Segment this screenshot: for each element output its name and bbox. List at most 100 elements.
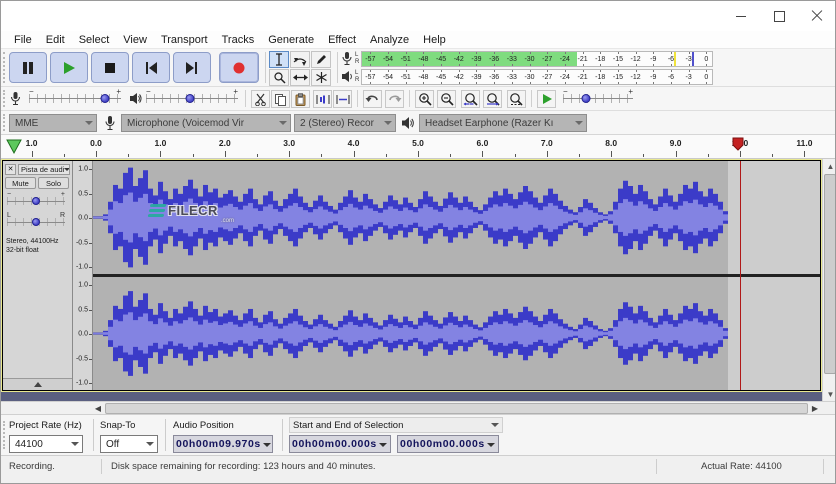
meter-scale-label: -21 [577,56,587,63]
playback-meter-bar[interactable]: -57-54-51-48-45-42-39-36-33-30-27-24-21-… [361,69,713,85]
selection-toolbar: Project Rate (Hz) 44100 Snap-To Off Audi… [1,415,836,456]
record-button[interactable] [219,52,259,83]
horizontal-scroll-thumb[interactable] [105,403,808,414]
timeline-ruler[interactable]: 1.00.01.02.03.04.05.06.07.08.09.010.011.… [1,135,836,159]
playback-device-select[interactable]: Headset Earphone (Razer Kı [419,114,587,132]
skip-to-start-button[interactable] [132,52,170,83]
scroll-left-icon[interactable]: ◀ [91,402,105,415]
vertical-scroll-thumb[interactable] [824,174,836,374]
selection-tool-button[interactable] [269,51,289,68]
waveform-display[interactable]: FILECR .com [93,161,820,390]
copy-button[interactable] [271,90,290,108]
meter-scale-label: -3 [686,56,692,63]
recording-volume-slider[interactable]: − + [29,94,121,104]
track-name-menu[interactable]: Pista de audi [18,164,70,175]
selection-mode-select[interactable]: Start and End of Selection [289,417,503,433]
skip-to-end-button[interactable] [173,52,211,83]
mute-button[interactable]: Mute [5,177,36,189]
track-collapse-button[interactable] [3,378,72,390]
toolbar-grip[interactable] [3,52,7,83]
maximize-icon[interactable] [773,10,785,22]
scroll-down-icon[interactable]: ▼ [823,387,836,401]
fit-project-button[interactable] [483,90,502,108]
toolbar-grip[interactable] [3,114,7,131]
zoom-in-button[interactable] [415,90,434,108]
speaker-icon [401,116,415,130]
menu-help[interactable]: Help [416,33,453,47]
meter-scale-label: -24 [560,74,570,81]
menu-generate[interactable]: Generate [261,33,321,47]
redo-button[interactable] [385,90,404,108]
solo-button[interactable]: Solo [38,177,69,189]
menu-file[interactable]: File [7,33,39,47]
meter-scale-label: -39 [471,74,481,81]
menu-effect[interactable]: Effect [321,33,363,47]
selection-start-field[interactable]: 00h00m00.000s [289,435,391,453]
track-control-panel: ✕ Pista de audi Mute Solo − + [3,161,73,390]
pause-button[interactable] [9,52,47,83]
gain-slider[interactable]: − + [7,197,65,207]
paste-button[interactable] [291,90,310,108]
playback-meter[interactable]: LR -57-54-51-48-45-42-39-36-33-30-27-24-… [341,68,713,85]
multi-tool-button[interactable] [311,69,331,86]
trim-audio-button[interactable] [313,90,332,108]
cut-button[interactable] [251,90,270,108]
timeline-label: 5.0 [412,138,424,148]
menu-edit[interactable]: Edit [39,33,72,47]
menu-transport[interactable]: Transport [154,33,215,47]
selection-end-field[interactable]: 00h00m00.000s [397,435,499,453]
recording-meter-bar[interactable]: -57-54-51-48-45-42-39-36-33-30-27-24-21-… [361,51,713,67]
recording-volume-knob[interactable] [101,94,110,103]
gain-knob[interactable] [32,197,40,205]
playback-volume-slider[interactable]: − + [146,94,238,104]
pan-slider[interactable]: L R [7,218,65,228]
timeline-pin-icon[interactable] [5,138,23,155]
minimize-icon[interactable] [735,10,747,22]
recording-device-select[interactable]: Microphone (Voicemod Vir [121,114,291,132]
fit-selection-button[interactable] [461,90,480,108]
play-button[interactable] [50,52,88,83]
play-speed-slider[interactable]: − + [563,94,633,104]
audio-host-select[interactable]: MME [9,114,97,132]
menu-analyze[interactable]: Analyze [363,33,416,47]
waveform-channel-right[interactable] [93,277,820,390]
draw-tool-button[interactable] [311,51,331,68]
horizontal-scrollbar[interactable]: ◀ ▶ [91,402,822,415]
meter-l-label: L [355,52,359,59]
time-shift-tool-button[interactable] [290,69,310,86]
snap-to-select[interactable]: Off [100,435,158,453]
scroll-up-icon[interactable]: ▲ [823,159,836,173]
menu-view[interactable]: View [116,33,154,47]
zoom-toggle-button[interactable] [507,90,526,108]
speaker-icon [129,92,142,105]
play-at-speed-button[interactable] [537,90,556,108]
stop-button[interactable] [91,52,129,83]
close-icon[interactable] [811,10,823,22]
envelope-tool-button[interactable] [290,51,310,68]
project-rate-select[interactable]: 44100 [9,435,83,453]
toolbar-grip[interactable] [3,421,7,449]
pan-knob[interactable] [32,218,40,226]
vertical-scrollbar[interactable]: ▲ ▼ [822,159,836,401]
toolbar-grip[interactable] [3,90,7,107]
meter-scale-label: -33 [507,56,517,63]
undo-button[interactable] [363,90,382,108]
recording-channels-select[interactable]: 2 (Stereo) Recor [294,114,396,132]
audio-position-field[interactable]: 00h00m09.970s [173,435,273,453]
zoom-out-button[interactable] [437,90,456,108]
play-speed-knob[interactable] [582,94,591,103]
zoom-tool-button[interactable] [269,69,289,86]
meter-l-label: L [355,70,359,77]
track-close-button[interactable]: ✕ [5,164,16,175]
redo-icon [387,93,402,105]
scale-label: 1.0 [78,282,88,289]
timeline-label: 4.0 [348,138,360,148]
meter-scale-label: -30 [524,56,534,63]
menu-tracks[interactable]: Tracks [215,33,262,47]
scroll-right-icon[interactable]: ▶ [808,402,822,415]
silence-audio-button[interactable] [333,90,352,108]
playback-volume-knob[interactable] [186,94,195,103]
menu-select[interactable]: Select [72,33,117,47]
recording-meter[interactable]: LR -57-54-51-48-45-42-39-36-33-30-27-24-… [341,50,713,67]
zoom-toggle-icon [509,92,524,106]
